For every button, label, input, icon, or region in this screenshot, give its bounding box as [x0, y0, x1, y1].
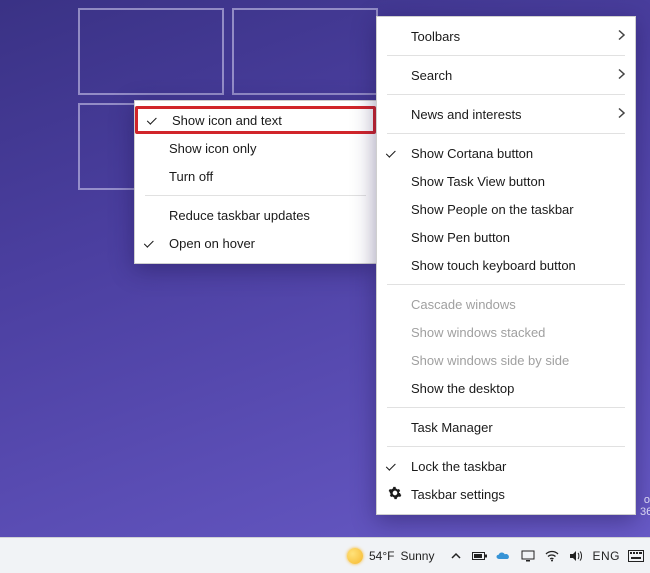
menu-item-label: Taskbar settings	[411, 487, 505, 502]
menu-item-taskbar-settings[interactable]: Taskbar settings	[377, 480, 635, 508]
chevron-right-icon	[618, 29, 625, 44]
chevron-right-icon	[618, 68, 625, 83]
volume-icon[interactable]	[568, 548, 584, 564]
tray-overflow-icon[interactable]	[448, 548, 464, 564]
menu-item-label: Search	[411, 68, 452, 83]
taskbar-context-menu: Toolbars Search News and interests Show …	[376, 16, 636, 515]
chevron-right-icon	[618, 107, 625, 122]
menu-separator	[145, 195, 366, 196]
menu-item-toolbars[interactable]: Toolbars	[377, 22, 635, 50]
menu-separator	[387, 94, 625, 95]
menu-separator	[387, 407, 625, 408]
weather-widget[interactable]: 54°F Sunny	[347, 548, 435, 564]
menu-item-show-icon-and-text[interactable]: Show icon and text	[135, 106, 376, 134]
menu-item-show-touch-keyboard-button[interactable]: Show touch keyboard button	[377, 251, 635, 279]
taskbar[interactable]: 54°F Sunny ENG	[0, 537, 650, 573]
battery-icon[interactable]	[472, 548, 488, 564]
menu-item-show-pen-button[interactable]: Show Pen button	[377, 223, 635, 251]
menu-item-turn-off[interactable]: Turn off	[135, 162, 376, 190]
weather-condition: Sunny	[400, 549, 434, 563]
menu-separator	[387, 284, 625, 285]
menu-item-show-the-desktop[interactable]: Show the desktop	[377, 374, 635, 402]
menu-item-label: Toolbars	[411, 29, 460, 44]
check-icon	[387, 151, 403, 156]
clock-fragment: o 36	[640, 494, 650, 534]
menu-item-label: Show windows stacked	[411, 325, 545, 340]
sun-icon	[347, 548, 363, 564]
menu-item-label: News and interests	[411, 107, 522, 122]
menu-item-search[interactable]: Search	[377, 61, 635, 89]
menu-item-show-task-view-button[interactable]: Show Task View button	[377, 167, 635, 195]
check-icon	[148, 118, 164, 123]
menu-item-task-manager[interactable]: Task Manager	[377, 413, 635, 441]
menu-item-show-cortana-button[interactable]: Show Cortana button	[377, 139, 635, 167]
menu-item-label: Show People on the taskbar	[411, 202, 574, 217]
menu-item-label: Turn off	[169, 169, 213, 184]
check-icon	[387, 464, 403, 469]
menu-item-news-and-interests[interactable]: News and interests	[377, 100, 635, 128]
menu-item-label: Show touch keyboard button	[411, 258, 576, 273]
menu-separator	[387, 446, 625, 447]
monitor-icon[interactable]	[520, 548, 536, 564]
menu-item-label: Cascade windows	[411, 297, 516, 312]
menu-item-cascade-windows: Cascade windows	[377, 290, 635, 318]
lang-indicator[interactable]: ENG	[592, 549, 620, 563]
menu-separator	[387, 55, 625, 56]
menu-item-label: Show Task View button	[411, 174, 545, 189]
gear-icon	[387, 486, 403, 503]
menu-item-show-people[interactable]: Show People on the taskbar	[377, 195, 635, 223]
menu-separator	[387, 133, 625, 134]
onedrive-icon[interactable]	[496, 548, 512, 564]
weather-temp: 54°F	[369, 549, 394, 563]
menu-item-label: Show Pen button	[411, 230, 510, 245]
menu-item-label: Show windows side by side	[411, 353, 569, 368]
menu-item-show-windows-side-by-side: Show windows side by side	[377, 346, 635, 374]
menu-item-label: Show icon and text	[172, 113, 282, 128]
menu-item-open-on-hover[interactable]: Open on hover	[135, 229, 376, 257]
menu-item-label: Open on hover	[169, 236, 255, 251]
menu-item-label: Task Manager	[411, 420, 493, 435]
menu-item-show-icon-only[interactable]: Show icon only	[135, 134, 376, 162]
menu-item-label: Reduce taskbar updates	[169, 208, 310, 223]
check-icon	[145, 241, 161, 246]
news-interests-submenu: Show icon and text Show icon only Turn o…	[134, 100, 377, 264]
ime-icon[interactable]	[628, 548, 644, 564]
menu-item-lock-the-taskbar[interactable]: Lock the taskbar	[377, 452, 635, 480]
system-tray[interactable]: ENG	[448, 548, 644, 564]
menu-item-reduce-taskbar-updates[interactable]: Reduce taskbar updates	[135, 201, 376, 229]
menu-item-label: Show the desktop	[411, 381, 514, 396]
menu-item-label: Lock the taskbar	[411, 459, 506, 474]
menu-item-show-windows-stacked: Show windows stacked	[377, 318, 635, 346]
menu-item-label: Show Cortana button	[411, 146, 533, 161]
menu-item-label: Show icon only	[169, 141, 256, 156]
wifi-icon[interactable]	[544, 548, 560, 564]
